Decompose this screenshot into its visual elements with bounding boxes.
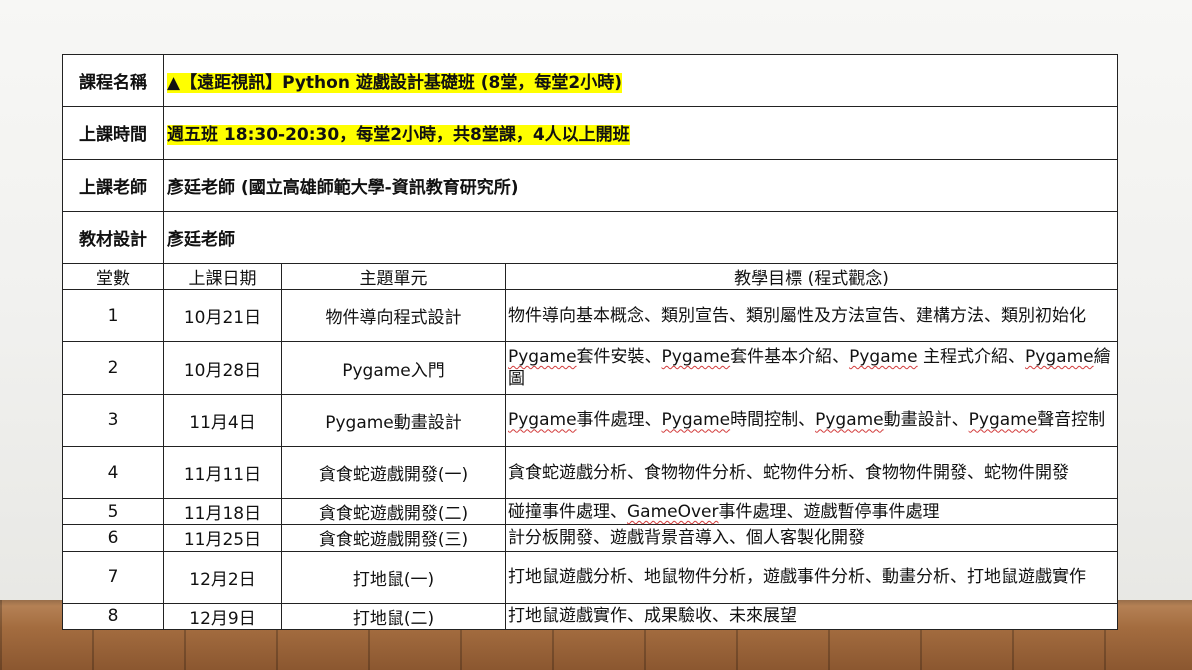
lesson-date: 11月25日: [163, 524, 282, 552]
teacher-row: 上課老師 彥廷老師 (國立高雄師範大學-資訊教育研究所): [62, 158, 1119, 212]
lesson-no: 3: [62, 393, 164, 447]
table-row: 5 11月18日 貪食蛇遊戲開發(二) 碰撞事件處理、GameOver事件處理、…: [62, 498, 1119, 526]
lesson-no: 7: [62, 550, 164, 604]
teacher-label: 上課老師: [62, 158, 164, 212]
lesson-goal: 打地鼠遊戲分析、地鼠物件分析，遊戲事件分析、動畫分析、打地鼠遊戲實作: [504, 550, 1119, 604]
lesson-date: 11月4日: [163, 393, 282, 447]
header-goal: 教學目標 (程式觀念): [504, 263, 1119, 291]
lesson-topic: Pygame入門: [281, 341, 506, 395]
lesson-topic: 打地鼠(一): [281, 550, 506, 604]
class-time-value: 週五班 18:30-20:30，每堂2小時，共8堂課，4人以上開班: [167, 125, 630, 146]
class-time-value-cell: 週五班 18:30-20:30，每堂2小時，共8堂課，4人以上開班: [162, 106, 1119, 160]
lesson-goal: Pygame套件安裝、Pygame套件基本介紹、Pygame 主程式介紹、Pyg…: [504, 341, 1119, 395]
lesson-topic: 貪食蛇遊戲開發(三): [281, 524, 506, 552]
lesson-topic: 貪食蛇遊戲開發(二): [281, 498, 506, 526]
table-row: 1 10月21日 物件導向程式設計 物件導向基本概念、類別宣告、類別屬性及方法宣…: [62, 289, 1119, 343]
schedule-header-row: 堂數 上課日期 主題單元 教學目標 (程式觀念): [62, 263, 1119, 291]
table-row: 8 12月9日 打地鼠(二) 打地鼠遊戲實作、成果驗收、未來展望: [62, 602, 1119, 631]
header-topic: 主題單元: [281, 263, 506, 291]
lesson-topic: 打地鼠(二): [281, 602, 506, 631]
table-row: 4 11月11日 貪食蛇遊戲開發(一) 貪食蛇遊戲分析、食物物件分析、蛇物件分析…: [62, 445, 1119, 500]
lesson-no: 5: [62, 498, 164, 526]
lesson-date: 11月11日: [163, 445, 282, 500]
course-table-grid: 課程名稱 ▲【遠距視訊】Python 遊戲設計基礎班 (8堂，每堂2小時) 上課…: [62, 53, 1119, 631]
lesson-no: 2: [62, 341, 164, 395]
course-name-value: ▲【遠距視訊】Python 遊戲設計基礎班 (8堂，每堂2小時): [167, 73, 622, 94]
header-lesson-no: 堂數: [62, 263, 164, 291]
lesson-goal: 貪食蛇遊戲分析、食物物件分析、蛇物件分析、食物物件開發、蛇物件開發: [504, 445, 1119, 500]
material-label: 教材設計: [62, 210, 164, 265]
lesson-date: 12月9日: [163, 602, 282, 631]
course-name-row: 課程名稱 ▲【遠距視訊】Python 遊戲設計基礎班 (8堂，每堂2小時): [62, 53, 1119, 108]
lesson-topic: Pygame動畫設計: [281, 393, 506, 447]
class-time-label: 上課時間: [62, 106, 164, 160]
table-row: 2 10月28日 Pygame入門 Pygame套件安裝、Pygame套件基本介…: [62, 341, 1119, 395]
course-table: 課程名稱 ▲【遠距視訊】Python 遊戲設計基礎班 (8堂，每堂2小時) 上課…: [62, 53, 1119, 631]
lesson-goal: 碰撞事件處理、GameOver事件處理、遊戲暫停事件處理: [504, 498, 1119, 526]
lesson-topic: 貪食蛇遊戲開發(一): [281, 445, 506, 500]
lesson-date: 10月21日: [163, 289, 282, 343]
class-time-row: 上課時間 週五班 18:30-20:30，每堂2小時，共8堂課，4人以上開班: [62, 106, 1119, 160]
lesson-goal: Pygame事件處理、Pygame時間控制、Pygame動畫設計、Pygame聲…: [504, 393, 1119, 447]
material-value: 彥廷老師: [162, 210, 1119, 265]
table-row: 3 11月4日 Pygame動畫設計 Pygame事件處理、Pygame時間控制…: [62, 393, 1119, 447]
lesson-topic: 物件導向程式設計: [281, 289, 506, 343]
lesson-no: 8: [62, 602, 164, 631]
lesson-date: 12月2日: [163, 550, 282, 604]
lesson-no: 1: [62, 289, 164, 343]
lesson-goal: 打地鼠遊戲實作、成果驗收、未來展望: [504, 602, 1119, 631]
table-row: 6 11月25日 貪食蛇遊戲開發(三) 計分板開發、遊戲背景音導入、個人客製化開…: [62, 524, 1119, 552]
lesson-date: 11月18日: [163, 498, 282, 526]
table-row: 7 12月2日 打地鼠(一) 打地鼠遊戲分析、地鼠物件分析，遊戲事件分析、動畫分…: [62, 550, 1119, 604]
lesson-goal: 計分板開發、遊戲背景音導入、個人客製化開發: [504, 524, 1119, 552]
material-row: 教材設計 彥廷老師: [62, 210, 1119, 265]
header-date: 上課日期: [163, 263, 282, 291]
course-name-label: 課程名稱: [62, 53, 164, 108]
lesson-date: 10月28日: [163, 341, 282, 395]
teacher-value: 彥廷老師 (國立高雄師範大學-資訊教育研究所): [162, 158, 1119, 212]
lesson-no: 4: [62, 445, 164, 500]
course-name-value-cell: ▲【遠距視訊】Python 遊戲設計基礎班 (8堂，每堂2小時): [162, 53, 1119, 108]
lesson-goal: 物件導向基本概念、類別宣告、類別屬性及方法宣告、建構方法、類別初始化: [504, 289, 1119, 343]
lesson-no: 6: [62, 524, 164, 552]
